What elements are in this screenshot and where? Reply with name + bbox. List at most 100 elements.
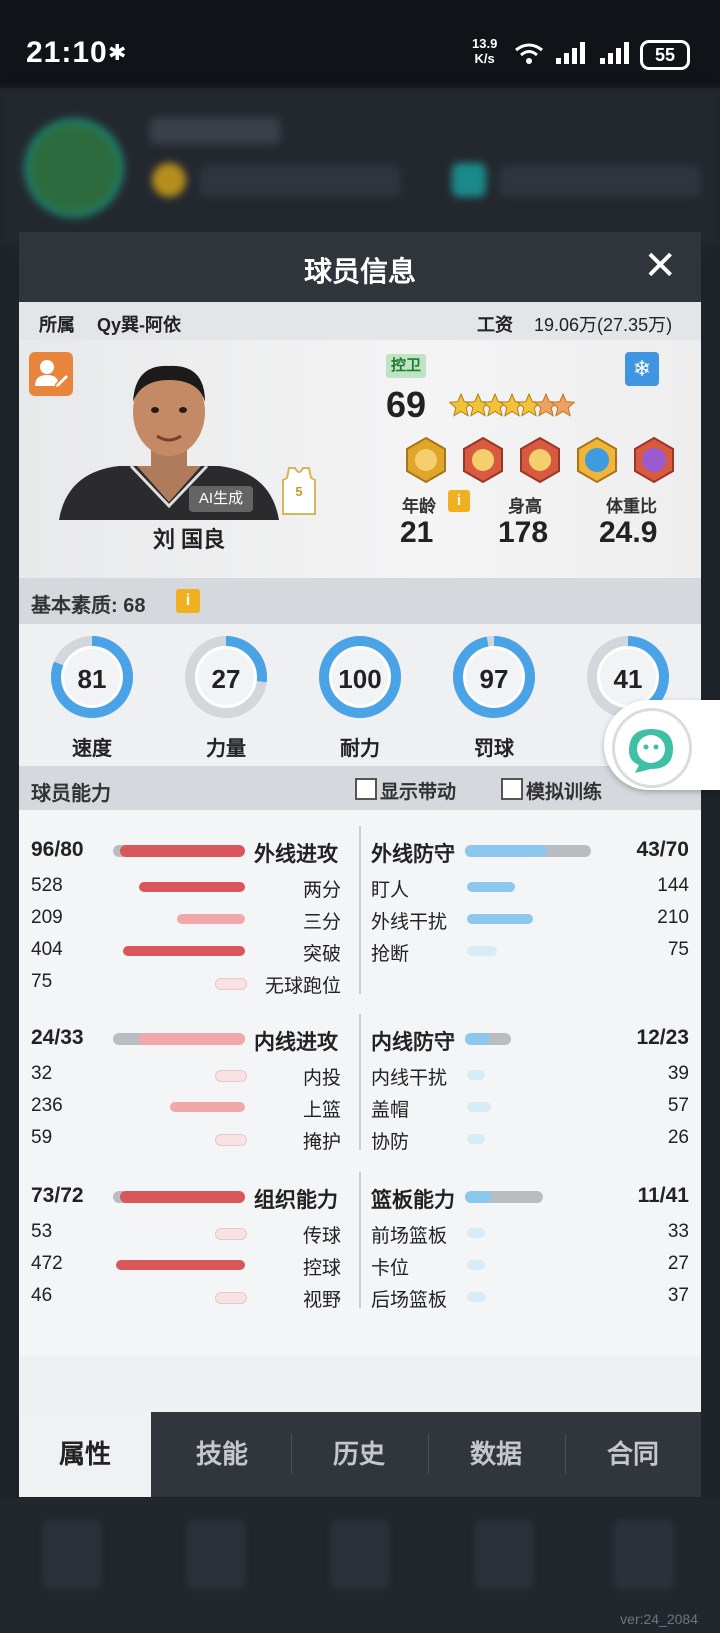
gauge-value: 81 (77, 664, 107, 694)
gauge-value: 27 (211, 664, 241, 694)
stat-value: 27 (667, 1253, 689, 1274)
group-name: 外线进攻 (254, 843, 338, 866)
version-label: ver:24_2084 (620, 1611, 698, 1627)
team-label: 所属 (39, 315, 75, 335)
tab-0[interactable]: 属性 (19, 1412, 151, 1497)
player-portrait (59, 365, 279, 520)
stat-bar (467, 1292, 487, 1302)
tab-separator (428, 1434, 429, 1474)
stat-name: 协防 (371, 1132, 410, 1153)
tab-1[interactable]: 技能 (156, 1412, 288, 1497)
stat-bar (467, 1228, 485, 1238)
stat-value: 209 (31, 907, 63, 928)
gauge: 27 力量 (183, 634, 269, 760)
stat-value: 528 (31, 875, 63, 896)
close-button[interactable]: ✕ (643, 242, 677, 290)
tab-3[interactable]: 数据 (430, 1412, 562, 1497)
stat-name: 后场篮板 (371, 1290, 448, 1311)
gold-badge-icon[interactable] (402, 436, 450, 484)
gauge: 100 耐力 (317, 634, 403, 760)
gem-icon (452, 163, 486, 197)
weight-ratio-label: 体重比 (606, 497, 657, 516)
stat-bar (170, 1102, 245, 1112)
clock: 21:10 (26, 36, 108, 69)
stat-name: 抢断 (371, 944, 410, 965)
star-icon (550, 392, 576, 417)
age-value: 21 (400, 516, 434, 549)
stat-value: 39 (667, 1063, 689, 1084)
team-value: Qy巽-阿依 (97, 315, 182, 335)
stat-bar (215, 1134, 247, 1146)
tab-separator (291, 1434, 292, 1474)
stat-value: 210 (657, 907, 689, 928)
stat-value: 59 (31, 1127, 53, 1148)
gauge-value: 41 (613, 664, 643, 694)
background-header (0, 88, 720, 248)
stat-value: 37 (667, 1285, 689, 1306)
tab-2[interactable]: 历史 (293, 1412, 425, 1497)
player-name: 刘 国良 (152, 527, 226, 552)
stat-bar (115, 1260, 245, 1270)
blue-badge-icon[interactable] (573, 436, 621, 484)
red-badge-icon[interactable] (459, 436, 507, 484)
info-icon[interactable]: i (176, 589, 200, 613)
avatar (24, 118, 124, 218)
stat-bar (467, 914, 533, 924)
height-value: 178 (498, 516, 549, 549)
group-name: 内线防守 (371, 1031, 455, 1054)
coin-icon (152, 163, 186, 197)
info-icon[interactable]: i (448, 490, 470, 512)
basic-quality-gauges: 81 速度 27 力量 100 耐力 97 罚球 41 (19, 624, 701, 766)
column-divider (359, 1014, 361, 1150)
wifi-icon (515, 43, 543, 64)
age-label: 年龄 (402, 497, 436, 516)
team-salary-row: 所属 Qy巽-阿依 工资 19.06万(27.35万) (19, 302, 701, 340)
background-nav (0, 1498, 720, 1633)
gauge: 97 罚球 (451, 634, 537, 760)
group-score: 43/70 (636, 838, 689, 861)
show-drive-checkbox[interactable] (355, 778, 377, 800)
stat-name: 卡位 (371, 1258, 410, 1279)
gauge-label: 力量 (206, 738, 246, 760)
player-card: AI生成 5 刘 国良 控卫 ❄ 69 年龄 i 21 身高 178 体重比 2… (19, 340, 701, 578)
floating-chat-button[interactable] (604, 700, 720, 790)
stat-value: 75 (31, 971, 53, 992)
stat-name: 两分 (302, 880, 341, 901)
stat-bar (215, 1070, 247, 1082)
salary-value: 19.06万(27.35万) (534, 315, 673, 335)
show-drive-label[interactable]: 显示带动 (380, 777, 456, 804)
stat-value: 144 (657, 875, 689, 896)
stat-value: 32 (31, 1063, 53, 1084)
group-score: 73/72 (31, 1184, 84, 1207)
stat-bar (467, 1134, 485, 1144)
simulate-training-checkbox[interactable] (501, 778, 523, 800)
basic-quality-label: 基本素质: 68 (31, 595, 146, 617)
stat-value: 26 (667, 1127, 689, 1148)
group-score: 11/41 (637, 1184, 689, 1207)
stat-bar (467, 882, 515, 892)
signal-icon (600, 42, 629, 64)
player-info-dialog: 球员信息 ✕ 所属 Qy巽-阿依 工资 19.06万(27.35万) AI生成 … (19, 232, 701, 1497)
stat-value: 33 (667, 1221, 689, 1242)
group-bar (465, 845, 547, 857)
stat-bar (215, 1228, 247, 1240)
group-name: 外线防守 (371, 843, 455, 866)
group-name: 篮板能力 (371, 1189, 455, 1212)
purple-badge-icon[interactable] (630, 436, 678, 484)
stat-bar (467, 946, 497, 956)
group-bar (465, 1033, 491, 1045)
snowflake-icon[interactable]: ❄ (625, 352, 659, 386)
red-badge-icon[interactable] (516, 436, 564, 484)
tab-4[interactable]: 合同 (567, 1412, 699, 1497)
simulate-training-label[interactable]: 模拟训练 (526, 777, 602, 804)
column-divider (359, 826, 361, 994)
stat-name: 视野 (302, 1290, 341, 1311)
gauge-value: 100 (338, 664, 382, 694)
ability-stats: 96/80 外线进攻 外线防守 43/70 528 两分 209 三分 404 突破 75 无球跑位 盯… (19, 810, 701, 1355)
stat-value: 472 (31, 1253, 63, 1274)
group-bar (465, 1191, 493, 1203)
group-score: 96/80 (31, 838, 84, 861)
stat-bar (467, 1070, 485, 1080)
stat-bar (215, 978, 247, 990)
position-tag: 控卫 (386, 354, 427, 378)
